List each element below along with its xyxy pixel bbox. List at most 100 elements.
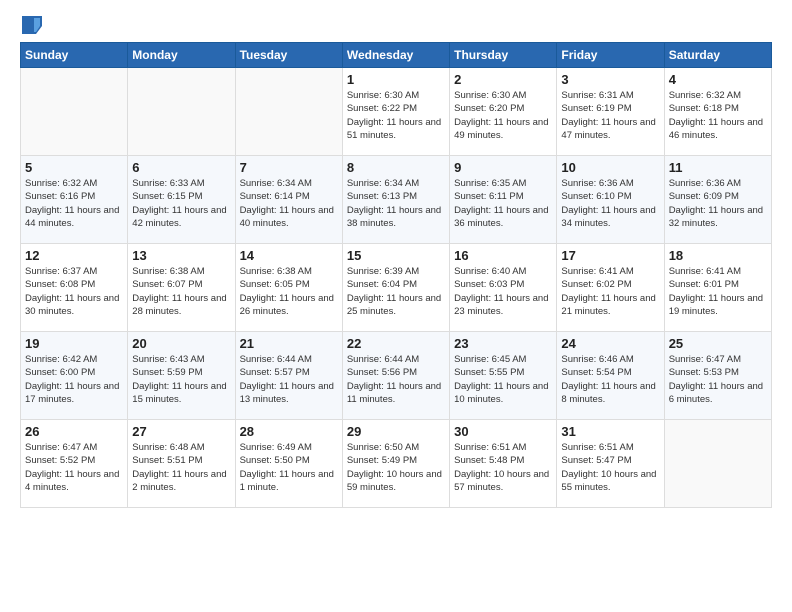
day-cell-5: 5 Sunrise: 6:32 AMSunset: 6:16 PMDaylight… bbox=[21, 156, 128, 244]
day-info: Sunrise: 6:31 AMSunset: 6:19 PMDaylight:… bbox=[561, 89, 659, 142]
day-cell-24: 24 Sunrise: 6:46 AMSunset: 5:54 PMDayligh… bbox=[557, 332, 664, 420]
day-cell-23: 23 Sunrise: 6:45 AMSunset: 5:55 PMDayligh… bbox=[450, 332, 557, 420]
day-number: 2 bbox=[454, 72, 552, 87]
day-info: Sunrise: 6:44 AMSunset: 5:57 PMDaylight:… bbox=[240, 353, 338, 406]
day-cell-20: 20 Sunrise: 6:43 AMSunset: 5:59 PMDayligh… bbox=[128, 332, 235, 420]
weekday-header-tuesday: Tuesday bbox=[235, 43, 342, 68]
day-info: Sunrise: 6:48 AMSunset: 5:51 PMDaylight:… bbox=[132, 441, 230, 494]
day-cell-27: 27 Sunrise: 6:48 AMSunset: 5:51 PMDayligh… bbox=[128, 420, 235, 508]
day-number: 23 bbox=[454, 336, 552, 351]
day-info: Sunrise: 6:30 AMSunset: 6:20 PMDaylight:… bbox=[454, 89, 552, 142]
day-cell-2: 2 Sunrise: 6:30 AMSunset: 6:20 PMDaylight… bbox=[450, 68, 557, 156]
empty-cell bbox=[21, 68, 128, 156]
day-info: Sunrise: 6:45 AMSunset: 5:55 PMDaylight:… bbox=[454, 353, 552, 406]
day-cell-21: 21 Sunrise: 6:44 AMSunset: 5:57 PMDayligh… bbox=[235, 332, 342, 420]
day-cell-19: 19 Sunrise: 6:42 AMSunset: 6:00 PMDayligh… bbox=[21, 332, 128, 420]
day-info: Sunrise: 6:51 AMSunset: 5:47 PMDaylight:… bbox=[561, 441, 659, 494]
day-number: 24 bbox=[561, 336, 659, 351]
day-info: Sunrise: 6:37 AMSunset: 6:08 PMDaylight:… bbox=[25, 265, 123, 318]
day-number: 9 bbox=[454, 160, 552, 175]
day-number: 10 bbox=[561, 160, 659, 175]
day-number: 20 bbox=[132, 336, 230, 351]
day-cell-13: 13Sunrise: 6:38 AMSunset: 6:07 PMDayligh… bbox=[128, 244, 235, 332]
day-cell-17: 17Sunrise: 6:41 AMSunset: 6:02 PMDayligh… bbox=[557, 244, 664, 332]
logo-icon bbox=[22, 16, 42, 34]
day-number: 31 bbox=[561, 424, 659, 439]
weekday-header-saturday: Saturday bbox=[664, 43, 771, 68]
day-number: 22 bbox=[347, 336, 445, 351]
week-row-1: 1 Sunrise: 6:30 AMSunset: 6:22 PMDaylight… bbox=[21, 68, 772, 156]
day-cell-4: 4 Sunrise: 6:32 AMSunset: 6:18 PMDaylight… bbox=[664, 68, 771, 156]
day-cell-30: 30 Sunrise: 6:51 AMSunset: 5:48 PMDayligh… bbox=[450, 420, 557, 508]
weekday-header-thursday: Thursday bbox=[450, 43, 557, 68]
day-cell-25: 25Sunrise: 6:47 AMSunset: 5:53 PMDayligh… bbox=[664, 332, 771, 420]
day-number: 13 bbox=[132, 248, 230, 263]
day-cell-10: 10 Sunrise: 6:36 AMSunset: 6:10 PMDayligh… bbox=[557, 156, 664, 244]
day-number: 8 bbox=[347, 160, 445, 175]
day-cell-6: 6 Sunrise: 6:33 AMSunset: 6:15 PMDaylight… bbox=[128, 156, 235, 244]
day-cell-31: 31 Sunrise: 6:51 AMSunset: 5:47 PMDayligh… bbox=[557, 420, 664, 508]
weekday-header-monday: Monday bbox=[128, 43, 235, 68]
weekday-header-row: SundayMondayTuesdayWednesdayThursdayFrid… bbox=[21, 43, 772, 68]
day-info: Sunrise: 6:32 AMSunset: 6:16 PMDaylight:… bbox=[25, 177, 123, 230]
weekday-header-wednesday: Wednesday bbox=[342, 43, 449, 68]
empty-cell bbox=[235, 68, 342, 156]
day-info: Sunrise: 6:34 AMSunset: 6:14 PMDaylight:… bbox=[240, 177, 338, 230]
day-info: Sunrise: 6:36 AMSunset: 6:09 PMDaylight:… bbox=[669, 177, 767, 230]
day-cell-8: 8 Sunrise: 6:34 AMSunset: 6:13 PMDaylight… bbox=[342, 156, 449, 244]
day-info: Sunrise: 6:33 AMSunset: 6:15 PMDaylight:… bbox=[132, 177, 230, 230]
day-number: 18 bbox=[669, 248, 767, 263]
week-row-5: 26Sunrise: 6:47 AMSunset: 5:52 PMDayligh… bbox=[21, 420, 772, 508]
day-cell-22: 22Sunrise: 6:44 AMSunset: 5:56 PMDayligh… bbox=[342, 332, 449, 420]
day-cell-15: 15 Sunrise: 6:39 AMSunset: 6:04 PMDayligh… bbox=[342, 244, 449, 332]
day-info: Sunrise: 6:30 AMSunset: 6:22 PMDaylight:… bbox=[347, 89, 445, 142]
day-info: Sunrise: 6:35 AMSunset: 6:11 PMDaylight:… bbox=[454, 177, 552, 230]
day-info: Sunrise: 6:38 AMSunset: 6:05 PMDaylight:… bbox=[240, 265, 338, 318]
day-number: 12 bbox=[25, 248, 123, 263]
week-row-2: 5 Sunrise: 6:32 AMSunset: 6:16 PMDaylight… bbox=[21, 156, 772, 244]
day-info: Sunrise: 6:39 AMSunset: 6:04 PMDaylight:… bbox=[347, 265, 445, 318]
week-row-4: 19 Sunrise: 6:42 AMSunset: 6:00 PMDayligh… bbox=[21, 332, 772, 420]
day-number: 27 bbox=[132, 424, 230, 439]
day-info: Sunrise: 6:34 AMSunset: 6:13 PMDaylight:… bbox=[347, 177, 445, 230]
day-cell-7: 7 Sunrise: 6:34 AMSunset: 6:14 PMDaylight… bbox=[235, 156, 342, 244]
weekday-header-friday: Friday bbox=[557, 43, 664, 68]
empty-cell bbox=[664, 420, 771, 508]
day-cell-3: 3Sunrise: 6:31 AMSunset: 6:19 PMDaylight… bbox=[557, 68, 664, 156]
day-info: Sunrise: 6:41 AMSunset: 6:01 PMDaylight:… bbox=[669, 265, 767, 318]
day-cell-26: 26Sunrise: 6:47 AMSunset: 5:52 PMDayligh… bbox=[21, 420, 128, 508]
day-cell-16: 16 Sunrise: 6:40 AMSunset: 6:03 PMDayligh… bbox=[450, 244, 557, 332]
day-number: 26 bbox=[25, 424, 123, 439]
day-number: 4 bbox=[669, 72, 767, 87]
day-cell-28: 28 Sunrise: 6:49 AMSunset: 5:50 PMDayligh… bbox=[235, 420, 342, 508]
day-info: Sunrise: 6:42 AMSunset: 6:00 PMDaylight:… bbox=[25, 353, 123, 406]
day-number: 14 bbox=[240, 248, 338, 263]
day-number: 15 bbox=[347, 248, 445, 263]
day-number: 28 bbox=[240, 424, 338, 439]
day-number: 1 bbox=[347, 72, 445, 87]
day-number: 29 bbox=[347, 424, 445, 439]
day-info: Sunrise: 6:40 AMSunset: 6:03 PMDaylight:… bbox=[454, 265, 552, 318]
header bbox=[20, 16, 772, 32]
day-number: 6 bbox=[132, 160, 230, 175]
day-info: Sunrise: 6:49 AMSunset: 5:50 PMDaylight:… bbox=[240, 441, 338, 494]
page: SundayMondayTuesdayWednesdayThursdayFrid… bbox=[0, 0, 792, 612]
day-number: 5 bbox=[25, 160, 123, 175]
day-info: Sunrise: 6:32 AMSunset: 6:18 PMDaylight:… bbox=[669, 89, 767, 142]
day-cell-29: 29Sunrise: 6:50 AMSunset: 5:49 PMDayligh… bbox=[342, 420, 449, 508]
day-number: 19 bbox=[25, 336, 123, 351]
day-info: Sunrise: 6:41 AMSunset: 6:02 PMDaylight:… bbox=[561, 265, 659, 318]
day-number: 25 bbox=[669, 336, 767, 351]
day-number: 16 bbox=[454, 248, 552, 263]
day-info: Sunrise: 6:36 AMSunset: 6:10 PMDaylight:… bbox=[561, 177, 659, 230]
day-number: 7 bbox=[240, 160, 338, 175]
day-number: 21 bbox=[240, 336, 338, 351]
day-info: Sunrise: 6:46 AMSunset: 5:54 PMDaylight:… bbox=[561, 353, 659, 406]
day-info: Sunrise: 6:43 AMSunset: 5:59 PMDaylight:… bbox=[132, 353, 230, 406]
day-cell-18: 18 Sunrise: 6:41 AMSunset: 6:01 PMDayligh… bbox=[664, 244, 771, 332]
day-info: Sunrise: 6:51 AMSunset: 5:48 PMDaylight:… bbox=[454, 441, 552, 494]
weekday-header-sunday: Sunday bbox=[21, 43, 128, 68]
empty-cell bbox=[128, 68, 235, 156]
day-number: 30 bbox=[454, 424, 552, 439]
day-cell-9: 9 Sunrise: 6:35 AMSunset: 6:11 PMDaylight… bbox=[450, 156, 557, 244]
